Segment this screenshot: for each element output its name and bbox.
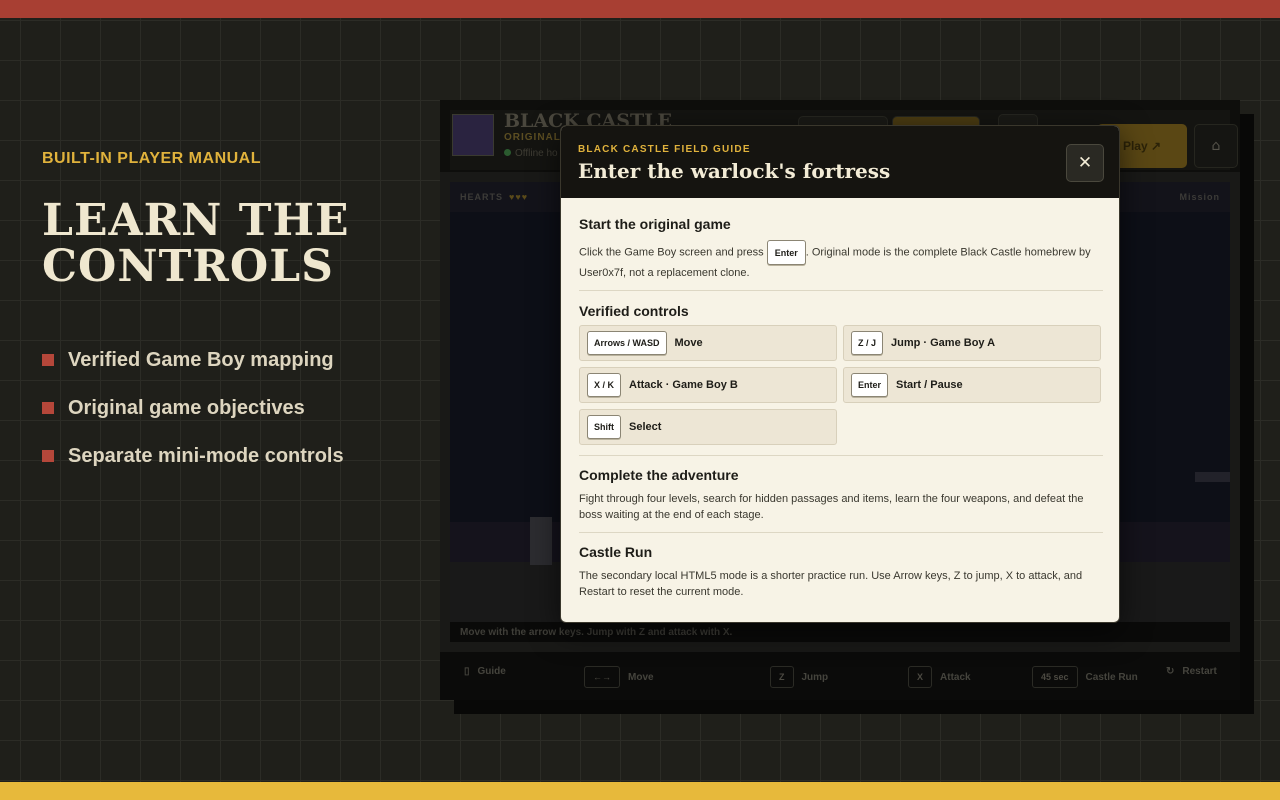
- promo-title: LEARN THE CONTROLS: [42, 198, 422, 290]
- restart-label: Restart: [1182, 666, 1217, 677]
- castle-run-text-line2: Restart to reset the current mode.: [579, 586, 744, 598]
- control-label: Move: [674, 337, 703, 349]
- castle-run-label: Castle Run: [1085, 671, 1138, 683]
- attack-key: X: [908, 666, 933, 688]
- control-key: Shift: [587, 415, 621, 439]
- hud-mission: Mission: [1179, 192, 1220, 202]
- game-ledge: [1195, 472, 1230, 482]
- start-text-before: Click the Game Boy screen and press: [579, 246, 764, 259]
- square-bullet-icon: [42, 402, 54, 414]
- control-label: Select: [629, 421, 662, 433]
- controls-section-title: Verified controls: [579, 303, 689, 319]
- control-row-select: Shift Select: [579, 409, 837, 445]
- timer-badge: 45 sec: [1032, 666, 1078, 688]
- control-key: Z / J: [851, 331, 884, 355]
- footer-jump: Z Jump: [770, 666, 828, 688]
- control-key: X / K: [587, 373, 622, 397]
- modal-header: BLACK CASTLE FIELD GUIDE Enter the warlo…: [561, 126, 1119, 198]
- hud-hearts: HEARTS ♥♥♥: [460, 192, 528, 202]
- control-row-attack: X / K Attack · Game Boy B: [579, 367, 837, 403]
- book-icon: ▯: [464, 666, 470, 677]
- game-cover-art: [452, 114, 494, 156]
- field-guide-modal: BLACK CASTLE FIELD GUIDE Enter the warlo…: [560, 125, 1120, 623]
- castle-run-button[interactable]: 45 sec Castle Run: [1032, 666, 1138, 688]
- home-icon[interactable]: ⌂: [1194, 124, 1238, 168]
- promo-title-line2: CONTROLS: [42, 241, 334, 292]
- status-dot-icon: [504, 149, 511, 156]
- castle-run-text-line1: The secondary local HTML5 mode is a shor…: [579, 570, 1083, 582]
- adventure-section-title: Complete the adventure: [579, 467, 739, 483]
- promo-feature-item: Original game objectives: [42, 384, 422, 432]
- control-row-move: Arrows / WASD Move: [579, 325, 837, 361]
- top-accent-bar: [0, 0, 1280, 18]
- move-label: Move: [628, 671, 654, 683]
- heart-icons: ♥♥♥: [509, 192, 529, 202]
- promo-feature-list: Verified Game Boy mapping Original game …: [42, 336, 422, 480]
- hud-hearts-label: HEARTS: [460, 192, 504, 202]
- app-status: Offline ho: [504, 148, 558, 159]
- start-text-after: . Original mode is the complete Black Ca…: [805, 246, 1091, 259]
- control-label: Jump · Game Boy A: [891, 337, 996, 349]
- control-row-jump: Z / J Jump · Game Boy A: [843, 325, 1101, 361]
- section-divider: [579, 455, 1103, 456]
- app-footer-controls: ▯ Guide ←→ Move Z Jump X Attack 45 sec Castle…: [440, 652, 1240, 700]
- restart-icon: ↻: [1166, 666, 1175, 677]
- promo-title-line1: LEARN THE: [42, 195, 350, 246]
- control-key: Arrows / WASD: [587, 331, 667, 355]
- start-section-title: Start the original game: [579, 216, 731, 232]
- promo-eyebrow: BUILT-IN PLAYER MANUAL: [42, 150, 261, 167]
- castle-run-section-text: The secondary local HTML5 mode is a shor…: [579, 568, 1103, 600]
- start-section-text: Click the Game Boy screen and press Ente…: [579, 240, 1103, 281]
- adventure-text-line1: Fight through four levels, search for hi…: [579, 493, 1084, 505]
- jump-label: Jump: [801, 671, 829, 683]
- player-sprite: [530, 517, 552, 565]
- promo-feature-label: Separate mini-mode controls: [68, 444, 344, 467]
- promo-feature-label: Verified Game Boy mapping: [68, 348, 334, 371]
- start-text-line2: User0x7f, not a replacement clone.: [579, 267, 750, 279]
- guide-button[interactable]: ▯ Guide: [464, 666, 506, 677]
- control-row-start: Enter Start / Pause: [843, 367, 1101, 403]
- square-bullet-icon: [42, 450, 54, 462]
- castle-run-section-title: Castle Run: [579, 544, 653, 560]
- control-label: Start / Pause: [896, 379, 963, 391]
- restart-button[interactable]: ↻ Restart: [1166, 666, 1217, 677]
- section-divider: [579, 532, 1103, 533]
- promo-feature-label: Original game objectives: [68, 396, 305, 419]
- guide-label: Guide: [477, 666, 506, 677]
- control-key: Enter: [851, 373, 889, 397]
- modal-title: Enter the warlock's fortress: [578, 159, 891, 183]
- control-label: Attack · Game Boy B: [629, 379, 738, 391]
- section-divider: [579, 290, 1103, 291]
- footer-move: ←→ Move: [584, 666, 654, 688]
- app-status-label: Offline ho: [515, 148, 558, 159]
- attack-label: Attack: [940, 671, 971, 683]
- square-bullet-icon: [42, 354, 54, 366]
- modal-eyebrow: BLACK CASTLE FIELD GUIDE: [578, 144, 751, 155]
- adventure-section-text: Fight through four levels, search for hi…: [579, 491, 1103, 523]
- promo-feature-item: Verified Game Boy mapping: [42, 336, 422, 384]
- enter-key: Enter: [766, 240, 806, 265]
- app-mode-label: ORIGINAL: [504, 132, 561, 143]
- bottom-accent-bar: [0, 782, 1280, 800]
- footer-attack: X Attack: [908, 666, 971, 688]
- close-icon[interactable]: ✕: [1066, 144, 1104, 182]
- promo-feature-item: Separate mini-mode controls: [42, 432, 422, 480]
- move-key: ←→: [584, 666, 620, 688]
- game-caption: Move with the arrow keys. Jump with Z an…: [450, 622, 1230, 642]
- promo-panel: BUILT-IN PLAYER MANUAL LEARN THE CONTROL…: [42, 150, 422, 480]
- adventure-text-line2: boss waiting at the end of each stage.: [579, 509, 764, 521]
- jump-key: Z: [770, 666, 794, 688]
